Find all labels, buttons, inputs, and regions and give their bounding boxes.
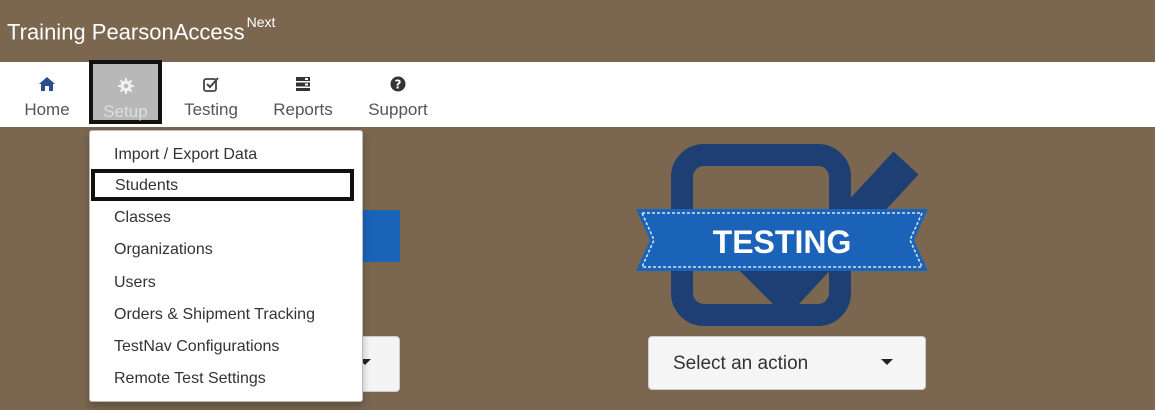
- nav-setup-label: Setup: [103, 102, 148, 121]
- nav-home[interactable]: Home: [12, 62, 82, 127]
- app-title-text: Training PearsonAccess: [7, 19, 245, 45]
- checkbox-icon: [172, 75, 250, 97]
- nav-support-label: Support: [368, 100, 428, 119]
- question-icon: ?: [358, 75, 438, 97]
- nav-testing[interactable]: Testing: [172, 62, 250, 127]
- reports-icon: [262, 75, 344, 97]
- app-title-superscript: Next: [246, 14, 276, 30]
- menu-item-users[interactable]: Users: [90, 267, 362, 299]
- setup-dropdown-menu: Import / Export Data Students Classes Or…: [89, 130, 363, 402]
- menu-item-label: Classes: [114, 209, 171, 226]
- menu-item-remote-test-settings[interactable]: Remote Test Settings: [90, 363, 362, 395]
- menu-item-label: Users: [114, 274, 156, 291]
- menu-item-classes[interactable]: Classes: [90, 202, 362, 234]
- menu-item-import-export[interactable]: Import / Export Data: [90, 139, 362, 171]
- nav-support[interactable]: ? Support: [358, 62, 438, 127]
- svg-text:?: ?: [395, 78, 402, 92]
- menu-item-label: TestNav Configurations: [114, 338, 280, 355]
- app-header: Training PearsonAccess Next: [0, 0, 1155, 62]
- menu-item-testnav-configurations[interactable]: TestNav Configurations: [90, 331, 362, 363]
- menu-item-label: Orders & Shipment Tracking: [114, 306, 315, 323]
- nav-testing-label: Testing: [184, 100, 238, 119]
- chevron-down-icon: [881, 359, 893, 365]
- menu-item-label: Students: [115, 177, 179, 194]
- gear-icon: [93, 77, 158, 99]
- nav-reports-label: Reports: [273, 100, 333, 119]
- main-nav: Home Setup Testing Reports ? Support: [0, 60, 1155, 127]
- menu-item-orders-shipment[interactable]: Orders & Shipment Tracking: [90, 299, 362, 331]
- testing-action-select[interactable]: Select an action: [648, 336, 926, 390]
- testing-panel-icon: TESTING: [636, 144, 928, 326]
- app-title[interactable]: Training PearsonAccess Next: [7, 14, 275, 45]
- home-icon: [12, 75, 82, 97]
- menu-item-label: Remote Test Settings: [114, 370, 266, 387]
- nav-setup[interactable]: Setup: [89, 60, 162, 124]
- menu-item-label: Organizations: [114, 241, 213, 258]
- testing-action-select-label: Select an action: [673, 353, 809, 374]
- menu-item-organizations[interactable]: Organizations: [90, 234, 362, 266]
- testing-ribbon-label: TESTING: [713, 224, 852, 260]
- nav-home-label: Home: [24, 100, 70, 119]
- menu-item-students[interactable]: Students: [91, 169, 354, 201]
- nav-reports[interactable]: Reports: [262, 62, 344, 127]
- menu-item-label: Import / Export Data: [114, 146, 258, 163]
